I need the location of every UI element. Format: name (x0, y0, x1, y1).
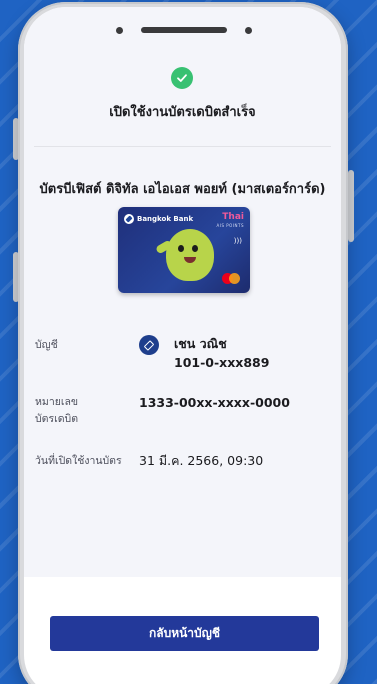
activation-date-label: วันที่เปิดใช้งานบัตร (35, 455, 122, 467)
debit-card-image: Bangkok Bank Thai AIS POINTS ))) (118, 207, 250, 293)
phone-notch (116, 19, 252, 41)
card-number-label-line2: บัตรเดบิต (35, 413, 79, 425)
account-number: 101-0-xxx889 (174, 355, 270, 370)
back-to-account-button[interactable]: กลับหน้าบัญชี (50, 616, 319, 651)
page-title: เปิดใช้งานบัตรเดบิตสำเร็จ (109, 105, 256, 120)
partner-logo: Thai (222, 212, 244, 222)
bank-account-icon (139, 335, 159, 355)
account-name: เชน วณิช (174, 336, 227, 351)
mastercard-icon (222, 273, 240, 284)
card-number: 1333-00xx-xxxx-0000 (139, 395, 290, 410)
card-number-label: หมายเลข (35, 396, 79, 408)
phone-screen: เปิดใช้งานบัตรเดบิตสำเร็จ บัตรบีเฟิสต์ ด… (24, 7, 341, 684)
contactless-icon: ))) (233, 237, 242, 245)
check-circle-icon (171, 67, 193, 89)
phone-side-button (348, 170, 354, 242)
partner-subtext: AIS POINTS (216, 223, 244, 228)
card-product-name: บัตรบีเฟิสต์ ดิจิทัล เอไอเอส พอยท์ (มาสเ… (39, 182, 326, 197)
mascot-icon (166, 229, 214, 281)
account-label: บัญชี (35, 339, 58, 351)
bank-emblem-icon (124, 214, 134, 224)
divider (34, 146, 331, 147)
bank-logo: Bangkok Bank (124, 214, 193, 224)
activation-date: 31 มี.ค. 2566, 09:30 (139, 453, 264, 468)
